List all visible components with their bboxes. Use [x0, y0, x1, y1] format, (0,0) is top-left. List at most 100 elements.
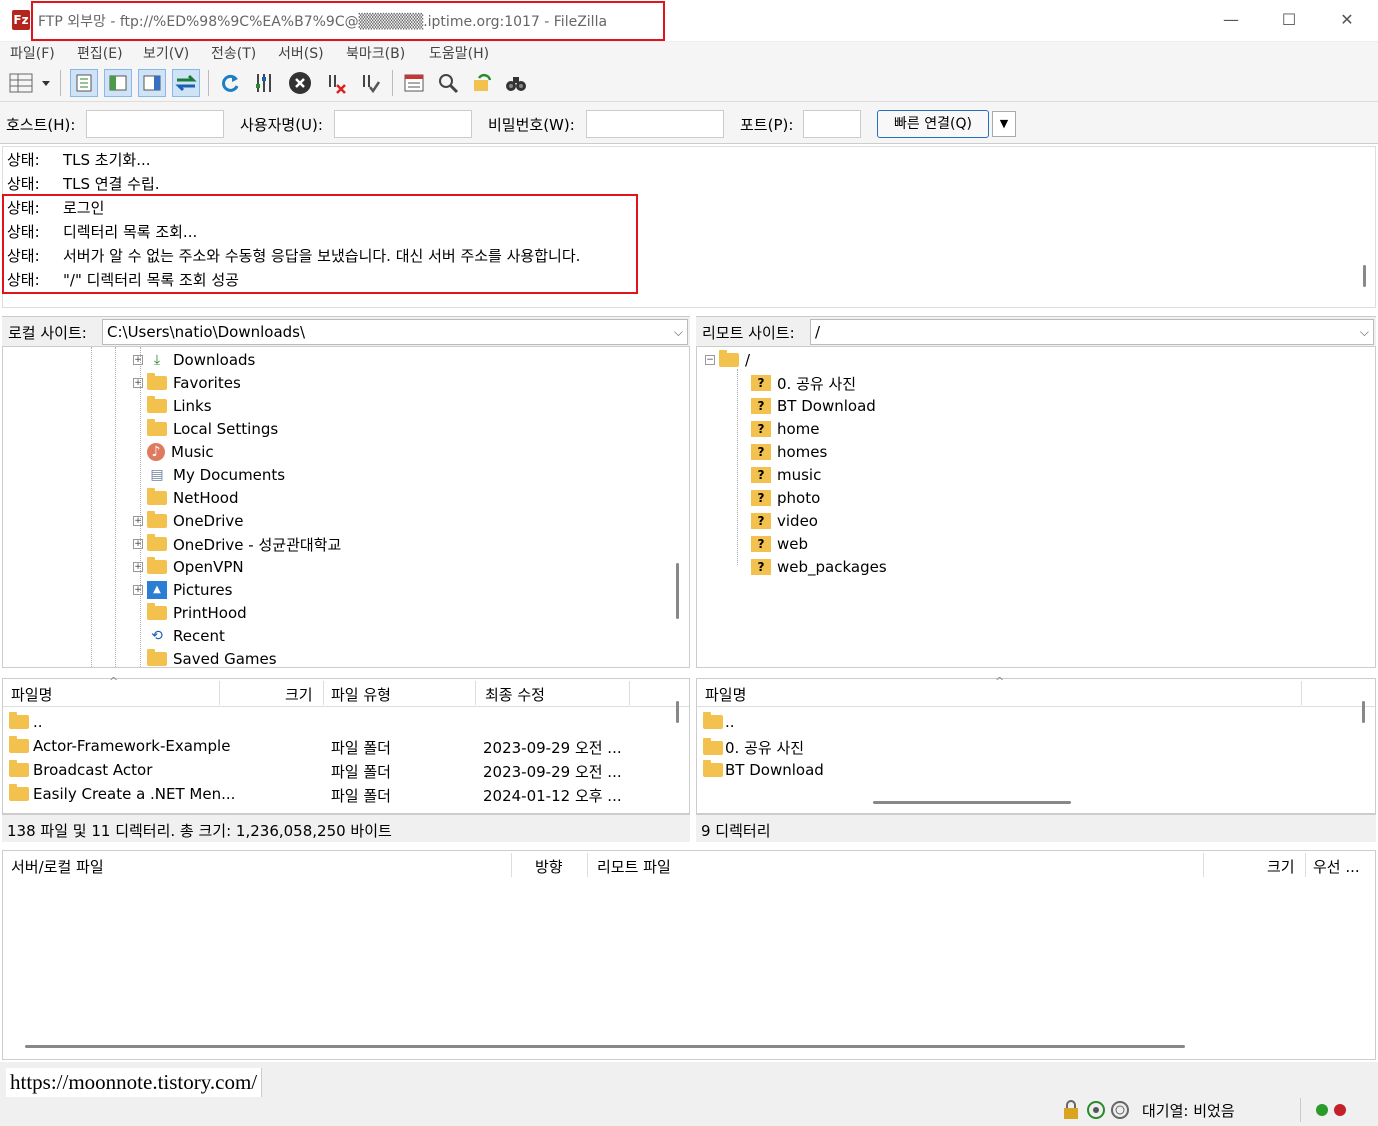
remote-tree-root[interactable]: − /	[705, 349, 750, 371]
local-tree-item-label: NetHood	[173, 489, 239, 507]
collapse-icon[interactable]: −	[705, 355, 715, 365]
local-tree-item[interactable]: + ▲ Pictures	[133, 579, 232, 601]
filter-status-icon[interactable]	[1110, 1100, 1130, 1124]
file-name-cell: BT Download	[703, 760, 824, 779]
local-tree-item[interactable]: Links	[133, 395, 212, 417]
column-filetype[interactable]: 파일 유형	[331, 684, 391, 705]
expand-icon[interactable]: +	[133, 539, 143, 549]
column-server-local-file[interactable]: 서버/로컬 파일	[11, 856, 104, 877]
speed-limit-icon[interactable]	[1086, 1100, 1106, 1124]
column-remote-file[interactable]: 리모트 파일	[597, 856, 671, 877]
quickconnect-button[interactable]: 빠른 연결(Q)	[877, 110, 989, 138]
watermark-url: https://moonnote.tistory.com/	[6, 1068, 263, 1097]
chevron-down-icon[interactable]: ⌵	[674, 320, 683, 344]
local-file-row[interactable]: Easily Create a .NET Men... 파일 폴더 2024-01-…	[3, 783, 689, 807]
local-tree-item[interactable]: + OpenVPN	[133, 556, 244, 578]
menu-help[interactable]: 도움말(H)	[429, 43, 489, 63]
column-direction[interactable]: 방향	[535, 856, 563, 877]
disconnect-icon[interactable]	[322, 69, 350, 97]
expand-icon[interactable]: +	[133, 585, 143, 595]
minimize-button[interactable]: —	[1216, 8, 1246, 32]
local-file-row[interactable]: ..	[3, 711, 689, 735]
column-size[interactable]: 크기	[285, 684, 313, 705]
expand-icon[interactable]: +	[133, 378, 143, 388]
remote-tree-item[interactable]: ? web_packages	[751, 556, 887, 578]
remote-tree-item[interactable]: ? BT Download	[751, 395, 876, 417]
toggle-remote-tree-icon[interactable]	[138, 69, 166, 97]
local-file-scrollbar[interactable]	[676, 701, 679, 723]
maximize-button[interactable]: ☐	[1274, 8, 1304, 32]
remote-file-row[interactable]: ..	[697, 711, 1375, 735]
recent-icon: ⟲	[151, 628, 163, 644]
local-file-row[interactable]: Broadcast Actor 파일 폴더 2023-09-29 오전 ...	[3, 759, 689, 783]
menu-view[interactable]: 보기(V)	[143, 43, 189, 63]
local-path-combobox[interactable]: C:\Users\natio\Downloads\ ⌵	[102, 319, 688, 345]
remote-tree-item[interactable]: ? video	[751, 510, 818, 532]
local-path-value: C:\Users\natio\Downloads\	[107, 323, 306, 341]
local-tree-item[interactable]: Saved Games	[133, 648, 277, 667]
reconnect-icon[interactable]	[356, 69, 384, 97]
menu-file[interactable]: 파일(F)	[10, 43, 55, 63]
remote-file-row[interactable]: BT Download	[697, 759, 1375, 783]
remote-tree-item[interactable]: ? 0. 공유 사진	[751, 372, 856, 394]
remote-file-list: 파일명 ^ .. 0. 공유 사진 BT Download	[696, 675, 1376, 814]
queue-hscrollbar[interactable]	[25, 1045, 1185, 1048]
expand-icon[interactable]: +	[133, 562, 143, 572]
cancel-operation-icon[interactable]	[286, 69, 314, 97]
remote-file-row[interactable]: 0. 공유 사진	[697, 735, 1375, 759]
username-input[interactable]	[334, 110, 472, 138]
host-input[interactable]	[86, 110, 224, 138]
local-tree-item[interactable]: + OneDrive - 성균관대학교	[133, 533, 341, 555]
local-tree-scrollbar[interactable]	[676, 563, 679, 619]
local-tree-item[interactable]: + ⤓ Downloads	[133, 349, 255, 371]
compare-directories-icon[interactable]	[502, 69, 530, 97]
toggle-log-icon[interactable]	[70, 69, 98, 97]
synchronized-browsing-icon[interactable]	[468, 69, 496, 97]
column-filename[interactable]: 파일명	[11, 684, 52, 705]
remote-path-combobox[interactable]: / ⌵	[810, 319, 1374, 345]
toggle-local-tree-icon[interactable]	[104, 69, 132, 97]
file-name: Broadcast Actor	[33, 761, 153, 779]
column-priority[interactable]: 우선 ...	[1313, 856, 1360, 877]
directory-listing-filters-icon[interactable]	[400, 69, 428, 97]
local-tree-item[interactable]: PrintHood	[133, 602, 247, 624]
menu-server[interactable]: 서버(S)	[278, 43, 324, 63]
remote-site-label: 리모트 사이트:	[702, 324, 795, 342]
toggle-queue-icon[interactable]	[172, 69, 200, 97]
local-tree-item[interactable]: ⟲ Recent	[133, 625, 225, 647]
local-tree-item[interactable]: Local Settings	[133, 418, 278, 440]
filter-icon[interactable]	[250, 69, 278, 97]
remote-tree-item[interactable]: ? photo	[751, 487, 820, 509]
local-tree-item[interactable]: + Favorites	[133, 372, 241, 394]
local-tree-item[interactable]: ▤ My Documents	[133, 464, 285, 486]
local-tree-item[interactable]: ♪ Music	[133, 441, 214, 463]
expand-icon[interactable]: +	[133, 355, 143, 365]
column-filename[interactable]: 파일명	[705, 684, 746, 705]
menu-bar: 파일(F) 편집(E) 보기(V) 전송(T) 서버(S) 북마크(B) 도움말…	[0, 42, 1378, 64]
password-input[interactable]	[586, 110, 724, 138]
remote-tree-item[interactable]: ? homes	[751, 441, 827, 463]
search-icon[interactable]	[434, 69, 462, 97]
remote-file-scrollbar[interactable]	[1362, 701, 1365, 723]
remote-tree-item[interactable]: ? music	[751, 464, 821, 486]
local-tree-item[interactable]: + OneDrive	[133, 510, 244, 532]
column-size[interactable]: 크기	[1267, 856, 1295, 877]
quickconnect-history-dropdown[interactable]: ▼	[992, 111, 1016, 137]
folder-icon	[9, 760, 29, 777]
local-tree-item[interactable]: NetHood	[133, 487, 239, 509]
local-file-row[interactable]: Actor-Framework-Example 파일 폴더 2023-09-29 오…	[3, 735, 689, 759]
port-input[interactable]	[803, 110, 861, 138]
menu-bookmarks[interactable]: 북마크(B)	[346, 43, 405, 63]
site-manager-icon[interactable]	[6, 69, 54, 97]
chevron-down-icon[interactable]: ⌵	[1360, 320, 1369, 344]
refresh-icon[interactable]	[216, 69, 244, 97]
remote-tree-item[interactable]: ? home	[751, 418, 820, 440]
menu-edit[interactable]: 편집(E)	[77, 43, 123, 63]
remote-tree-item[interactable]: ? web	[751, 533, 808, 555]
log-scrollbar[interactable]	[1363, 265, 1366, 287]
column-last-modified[interactable]: 최종 수정	[485, 684, 545, 705]
close-button[interactable]: ✕	[1332, 8, 1362, 32]
expand-icon[interactable]: +	[133, 516, 143, 526]
menu-transfer[interactable]: 전송(T)	[211, 43, 256, 63]
remote-file-hscrollbar[interactable]	[873, 801, 1071, 804]
